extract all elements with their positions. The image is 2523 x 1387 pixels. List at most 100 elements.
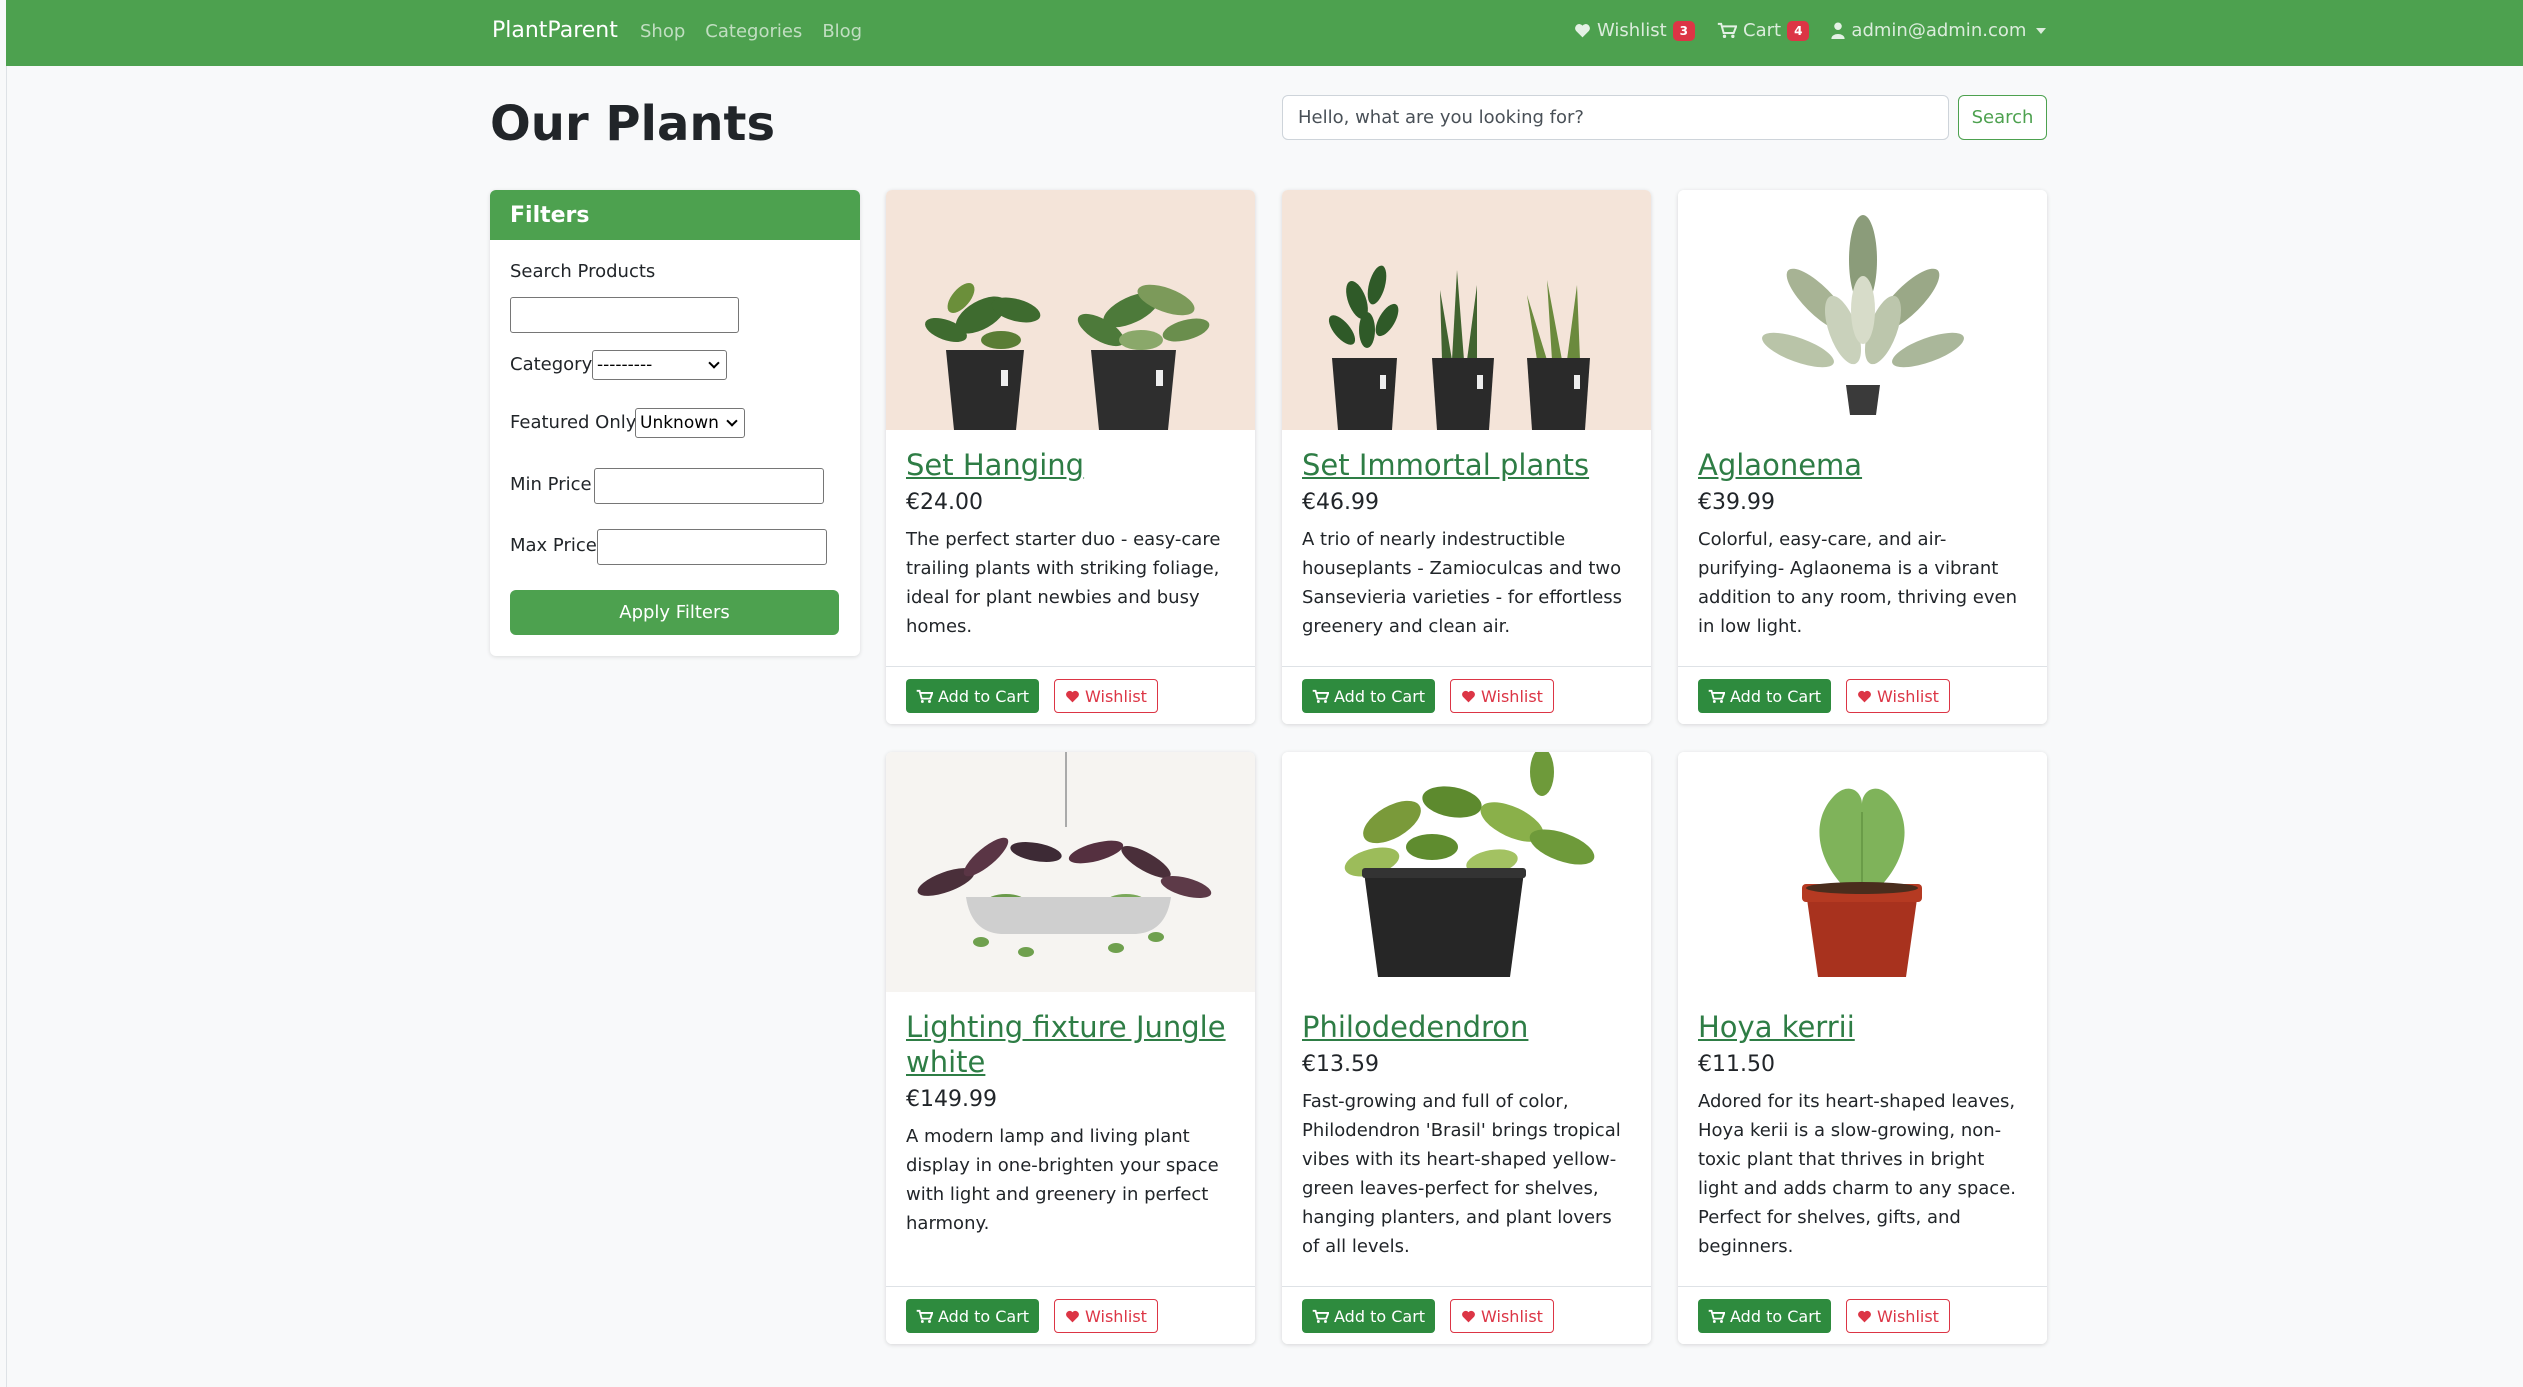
add-to-cart-label: Add to Cart — [1334, 1306, 1426, 1326]
cart-icon — [1312, 689, 1329, 703]
search-button[interactable]: Search — [1958, 95, 2047, 140]
product-description: A modern lamp and living plant display i… — [906, 1126, 1219, 1234]
category-select[interactable]: --------- — [592, 350, 727, 380]
cart-icon — [916, 689, 933, 703]
card-footer: Add to Cart Wishlist — [1282, 1286, 1651, 1344]
philodendron-image — [1344, 752, 1595, 977]
wishlist-label: Wishlist — [1085, 1306, 1147, 1326]
product-price: €24.00 — [906, 490, 983, 515]
product-image[interactable] — [886, 190, 1255, 430]
product-image[interactable] — [1282, 190, 1651, 430]
max-price-label: Max Price — [510, 535, 597, 556]
product-card: Set Hanging €24.00 The perfect starter d… — [886, 190, 1255, 724]
add-to-cart-button[interactable]: Add to Cart — [906, 1299, 1040, 1333]
product-title-link[interactable]: Set Hanging — [906, 448, 1235, 483]
filters-panel: Filters Search Products Category -------… — [490, 190, 860, 656]
search-products-input[interactable] — [510, 297, 739, 333]
card-footer: Add to Cart Wishlist — [886, 1286, 1255, 1344]
wishlist-label: Wishlist — [1085, 686, 1147, 706]
max-price-input[interactable] — [597, 529, 827, 565]
featured-select-value: Unknown — [640, 413, 719, 433]
card-footer: Add to Cart Wishlist — [1678, 1286, 2047, 1344]
search-products-label: Search Products — [510, 261, 656, 282]
nav-links: Shop Categories Blog — [640, 21, 862, 42]
min-price-label: Min Price — [510, 474, 592, 495]
wishlist-button[interactable]: Wishlist — [1054, 1299, 1158, 1333]
wishlist-label: Wishlist — [1481, 686, 1543, 706]
card-footer: Add to Cart Wishlist — [886, 666, 1255, 724]
user-email: admin@admin.com — [1851, 20, 2027, 41]
filters-header: Filters — [490, 190, 860, 240]
user-icon — [1831, 22, 1846, 39]
main-search-input[interactable] — [1282, 95, 1949, 140]
product-title-link[interactable]: Aglaonema — [1698, 448, 2027, 483]
nav-link-categories[interactable]: Categories — [705, 21, 802, 42]
wishlist-count-badge: 3 — [1672, 20, 1695, 41]
nav-right: Wishlist 3 Cart 4 admin@admin.com — [1574, 20, 2068, 41]
cart-icon — [1717, 22, 1737, 38]
caret-down-icon — [2036, 27, 2047, 34]
wishlist-button[interactable]: Wishlist — [1054, 679, 1158, 713]
product-title-link[interactable]: Philodedendron — [1302, 1010, 1631, 1045]
page-title: Our Plants — [490, 96, 776, 152]
product-image[interactable] — [1678, 752, 2047, 992]
product-description: Colorful, easy-care, and air-purifying- … — [1698, 529, 2017, 637]
product-description: A trio of nearly indestructible housepla… — [1302, 529, 1623, 637]
nav-link-blog[interactable]: Blog — [822, 21, 862, 42]
brand-logo[interactable]: PlantParent — [492, 18, 618, 43]
product-card: Philodedendron €13.59 Fast-growing and f… — [1282, 752, 1651, 1344]
product-image[interactable] — [886, 752, 1255, 992]
nav-cart[interactable]: Cart 4 — [1717, 20, 1810, 41]
add-to-cart-button[interactable]: Add to Cart — [906, 679, 1040, 713]
product-description: Adored for its heart-shaped leaves, Hoya… — [1698, 1091, 2016, 1257]
apply-filters-button[interactable]: Apply Filters — [510, 590, 839, 635]
cart-count-badge: 4 — [1787, 20, 1810, 41]
add-to-cart-button[interactable]: Add to Cart — [1698, 679, 1832, 713]
product-card: Hoya kerrii €11.50 Adored for its heart-… — [1678, 752, 2047, 1344]
aglaonema-image — [1762, 215, 1964, 415]
card-footer: Add to Cart Wishlist — [1282, 666, 1651, 724]
cart-icon — [1708, 1309, 1725, 1323]
heart-icon — [1462, 1310, 1475, 1322]
add-to-cart-button[interactable]: Add to Cart — [1302, 679, 1436, 713]
cart-label: Cart — [1743, 20, 1782, 41]
product-card: Aglaonema €39.99 Colorful, easy-care, an… — [1678, 190, 2047, 724]
wishlist-button[interactable]: Wishlist — [1450, 1299, 1554, 1333]
product-title-link[interactable]: Lighting fixture Jungle white — [906, 1010, 1235, 1080]
category-select-value: --------- — [597, 355, 653, 375]
add-to-cart-label: Add to Cart — [1334, 686, 1426, 706]
cart-icon — [916, 1309, 933, 1323]
plant-pots-image — [1328, 265, 1590, 430]
add-to-cart-label: Add to Cart — [1730, 1306, 1822, 1326]
heart-icon — [1066, 1310, 1079, 1322]
product-title-link[interactable]: Hoya kerrii — [1698, 1010, 2027, 1045]
product-image[interactable] — [1282, 752, 1651, 992]
product-title-link[interactable]: Set Immortal plants — [1302, 448, 1631, 483]
page-frame — [6, 0, 2523, 1387]
nav-wishlist[interactable]: Wishlist 3 — [1574, 20, 1695, 41]
wishlist-button[interactable]: Wishlist — [1450, 679, 1554, 713]
product-price: €46.99 — [1302, 490, 1379, 515]
category-label: Category — [510, 354, 593, 375]
product-description: The perfect starter duo - easy-care trai… — [906, 529, 1221, 637]
wishlist-button[interactable]: Wishlist — [1846, 1299, 1950, 1333]
product-image[interactable] — [1678, 190, 2047, 430]
wishlist-label: Wishlist — [1597, 20, 1667, 41]
product-price: €11.50 — [1698, 1052, 1775, 1077]
wishlist-button[interactable]: Wishlist — [1846, 679, 1950, 713]
card-footer: Add to Cart Wishlist — [1678, 666, 2047, 724]
add-to-cart-button[interactable]: Add to Cart — [1698, 1299, 1832, 1333]
heart-icon — [1462, 690, 1475, 702]
product-card: Lighting fixture Jungle white €149.99 A … — [886, 752, 1255, 1344]
min-price-input[interactable] — [594, 468, 824, 504]
featured-only-select[interactable]: Unknown — [635, 408, 745, 438]
nav-link-shop[interactable]: Shop — [640, 21, 685, 42]
cart-icon — [1312, 1309, 1329, 1323]
heart-icon — [1575, 24, 1590, 38]
navbar: PlantParent Shop Categories Blog Wishlis… — [6, 0, 2523, 66]
add-to-cart-button[interactable]: Add to Cart — [1302, 1299, 1436, 1333]
product-description: Fast-growing and full of color, Philoden… — [1302, 1091, 1621, 1257]
featured-only-label: Featured Only — [510, 412, 637, 433]
wishlist-label: Wishlist — [1877, 686, 1939, 706]
nav-user-dropdown[interactable]: admin@admin.com — [1831, 20, 2047, 41]
